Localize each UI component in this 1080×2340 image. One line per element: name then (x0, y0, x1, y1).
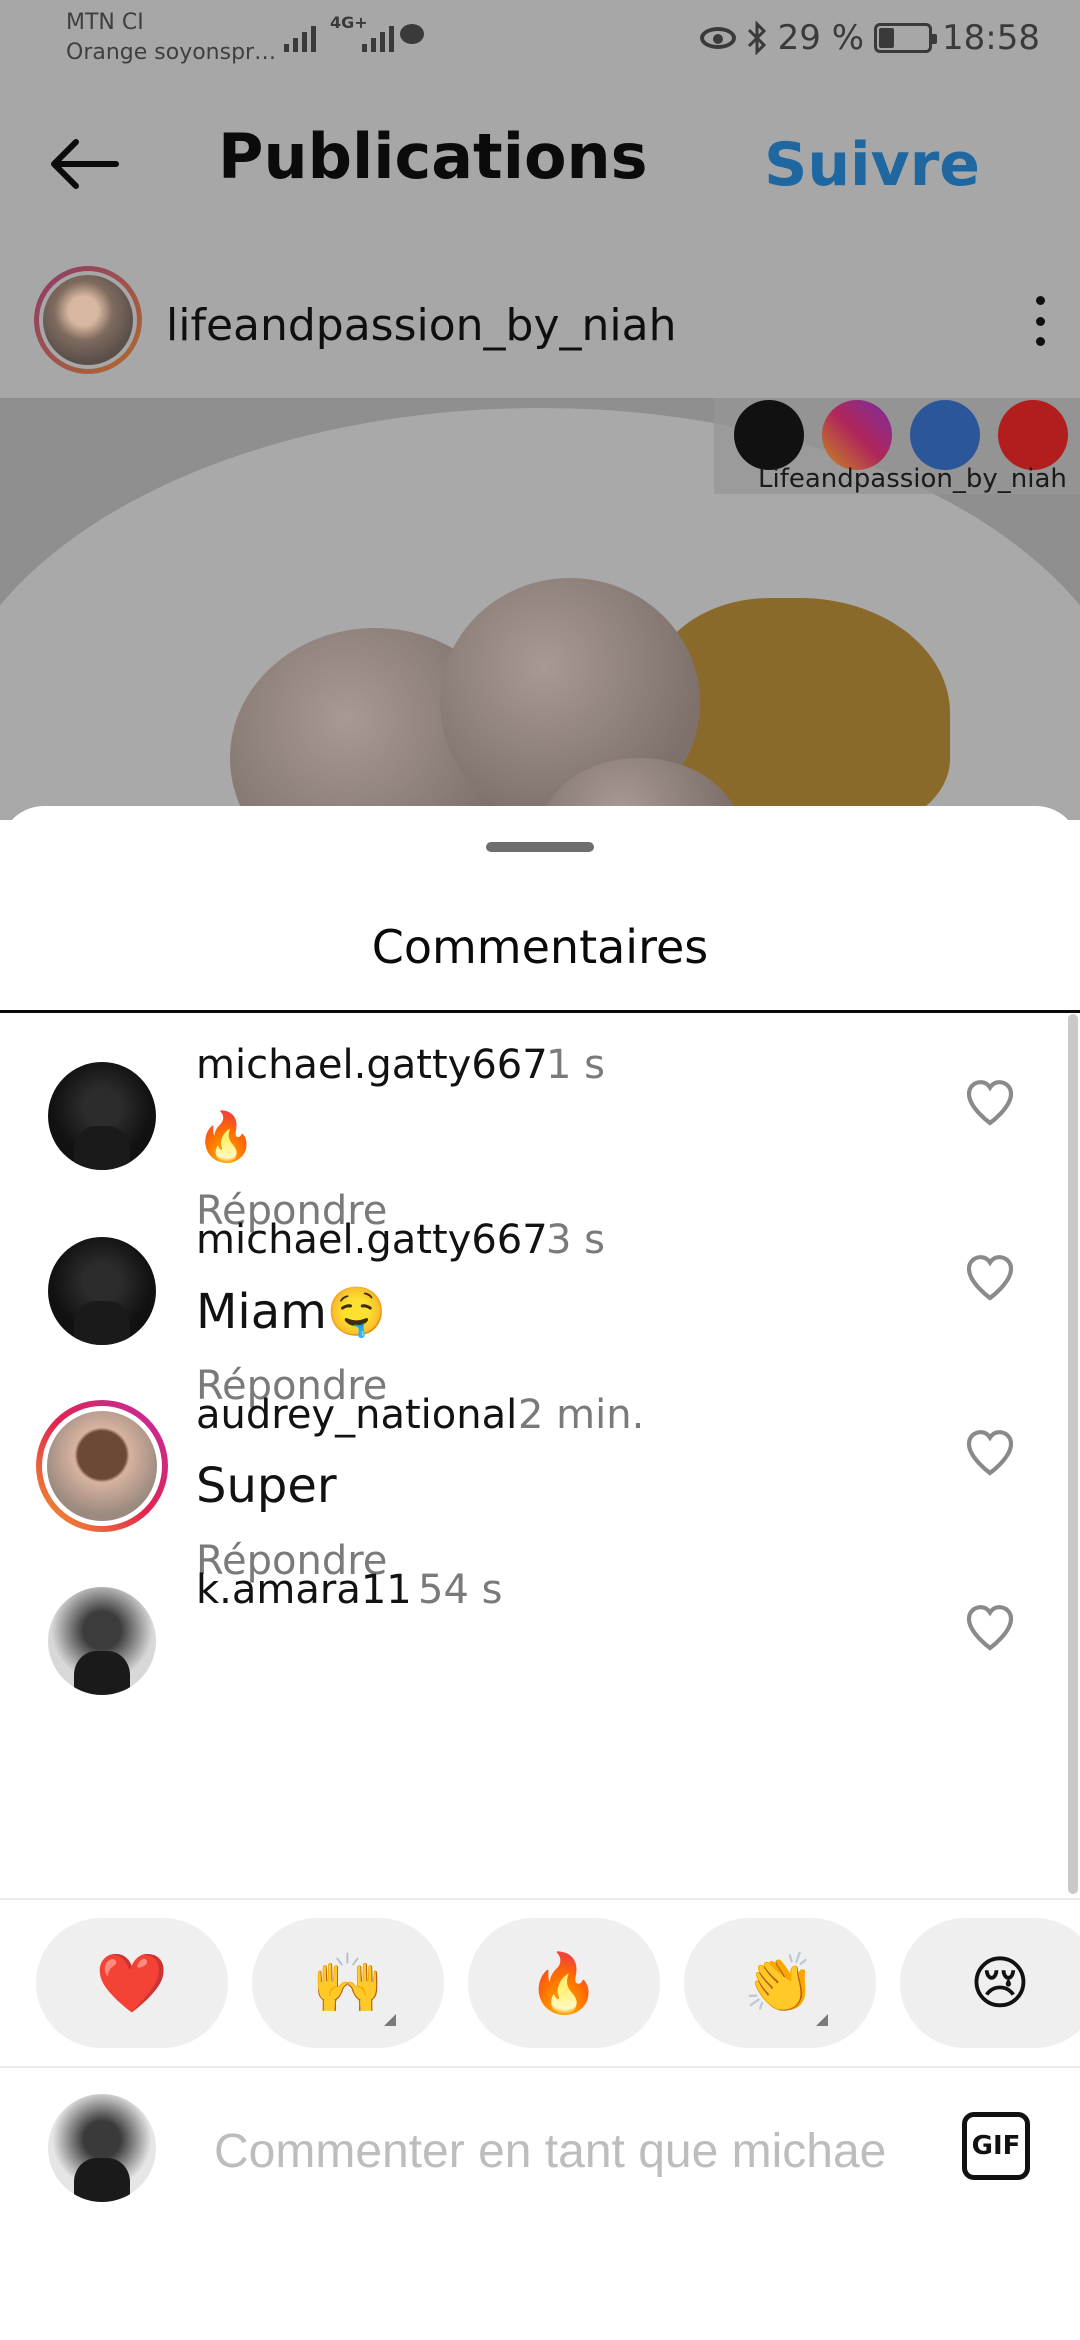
more-options-icon[interactable] (1030, 296, 1050, 346)
reaction-crying[interactable]: 😢 (900, 1918, 1080, 2048)
comment-text: Super (196, 1458, 337, 1514)
status-bar: MTN CI Orange soyonspr… 4G+ 29 % 18:58 (0, 0, 1080, 80)
comment-time: 54 s (418, 1567, 503, 1613)
my-avatar (48, 2094, 156, 2202)
bluetooth-icon (747, 21, 766, 55)
message-icon (400, 24, 424, 44)
page-title: Publications (218, 120, 648, 193)
skin-tone-indicator (816, 2014, 828, 2026)
divider (0, 1010, 1080, 1013)
comment-username[interactable]: audrey_national (196, 1392, 517, 1438)
commenter-avatar[interactable] (48, 1237, 156, 1345)
reaction-raised-hands[interactable]: 🙌 (252, 1918, 444, 2048)
heart-icon[interactable] (962, 1249, 1018, 1305)
author-avatar[interactable] (34, 266, 142, 374)
commenter-avatar-story[interactable] (36, 1400, 168, 1532)
comment-item: k.amara11 54 s (0, 1539, 1080, 1801)
clock: 18:58 (942, 18, 1040, 58)
overlay-handle: Lifeandpassion_by_niah (758, 464, 1067, 494)
scrollbar[interactable] (1068, 1014, 1078, 1894)
tiktok-icon (734, 400, 804, 470)
gif-button[interactable]: GIF (962, 2112, 1030, 2180)
comment-username[interactable]: michael.gatty667 (196, 1042, 548, 1088)
comment-time: 2 min. (518, 1392, 645, 1438)
comment-time: 1 s (546, 1042, 606, 1088)
status-right: 29 % 18:58 (699, 18, 1040, 58)
comment-text: 🔥 (196, 1109, 256, 1165)
heart-icon[interactable] (962, 1599, 1018, 1655)
facebook-icon (910, 400, 980, 470)
divider (0, 1898, 1080, 1900)
commenter-avatar[interactable] (48, 1062, 156, 1170)
heart-icon[interactable] (962, 1424, 1018, 1480)
author-username[interactable]: lifeandpassion_by_niah (166, 300, 677, 351)
youtube-icon (998, 400, 1068, 470)
reaction-clapping[interactable]: 👏 (684, 1918, 876, 2048)
carrier-1: MTN CI (66, 10, 144, 35)
comment-username[interactable]: michael.gatty667 (196, 1217, 548, 1263)
signal-icon-2 (362, 16, 394, 52)
battery-percent: 29 % (777, 18, 865, 58)
heart-icon[interactable] (962, 1074, 1018, 1130)
sheet-title: Commentaires (371, 920, 709, 974)
reaction-emoji: 🙌 (311, 1948, 385, 2017)
carrier-2: Orange soyonspr… (66, 40, 277, 65)
reaction-emoji: 👏 (743, 1948, 817, 2017)
skin-tone-indicator (384, 2014, 396, 2026)
battery-icon (874, 23, 938, 53)
signal-icon (284, 16, 316, 52)
follow-button[interactable]: Suivre (764, 130, 980, 200)
comment-time: 3 s (546, 1217, 606, 1263)
reaction-heart[interactable]: ❤️ (36, 1918, 228, 2048)
sheet-drag-handle[interactable] (486, 842, 594, 852)
comment-username[interactable]: k.amara11 (196, 1567, 412, 1613)
instagram-icon (822, 400, 892, 470)
comments-list[interactable]: michael.gatty667 1 s 🔥 Répondre michael.… (0, 1014, 1080, 1898)
eye-icon (699, 27, 736, 49)
background-feed: MTN CI Orange soyonspr… 4G+ 29 % 18:58 P… (0, 0, 1080, 820)
commenter-avatar[interactable] (48, 1587, 156, 1695)
divider (0, 2066, 1080, 2068)
reaction-fire[interactable]: 🔥 (468, 1918, 660, 2048)
comment-text: Miam🤤 (196, 1284, 387, 1340)
comment-input[interactable] (214, 2116, 934, 2186)
back-arrow-icon[interactable] (44, 124, 124, 204)
